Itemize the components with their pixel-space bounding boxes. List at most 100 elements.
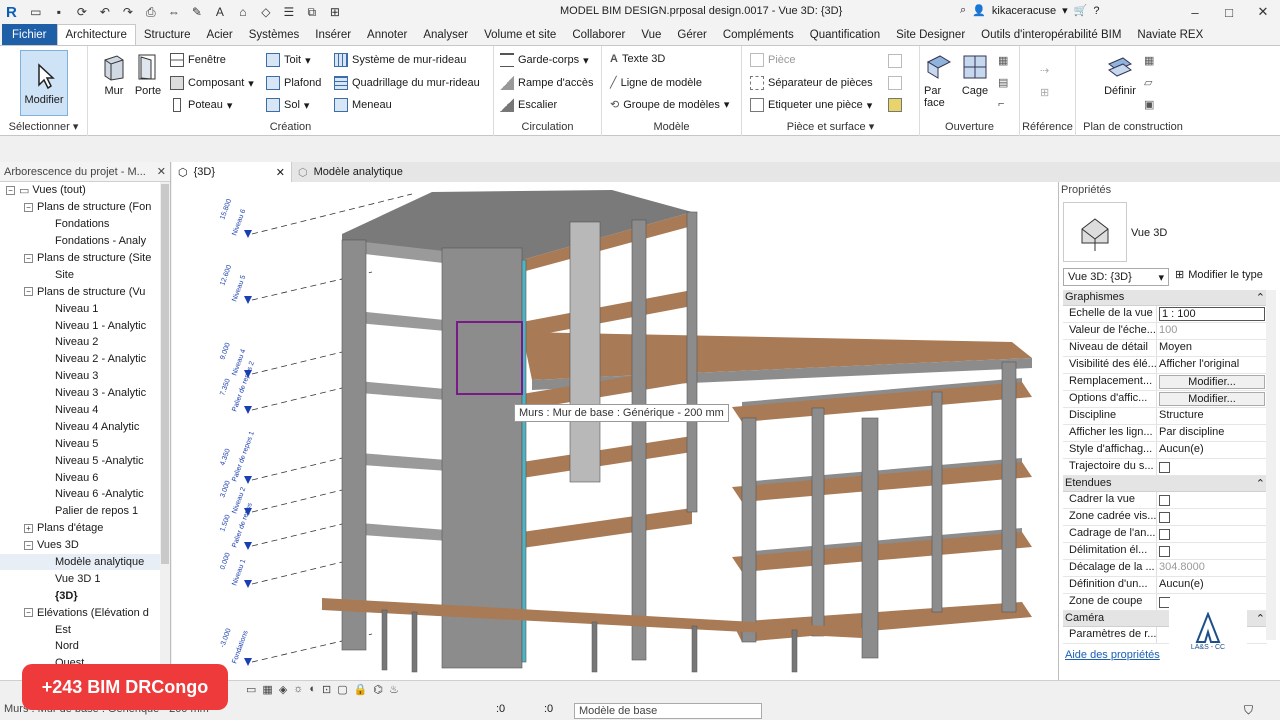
- reveal-icon[interactable]: ♨: [389, 683, 399, 696]
- text-3d-button[interactable]: A Texte 3D: [610, 53, 665, 65]
- area-icon[interactable]: [888, 54, 902, 68]
- expand-toggle-icon[interactable]: −: [24, 253, 33, 263]
- properties-help-link[interactable]: Aide des propriétés: [1065, 649, 1160, 661]
- floor-button[interactable]: Sol ▾: [266, 98, 309, 112]
- tab-view-3d[interactable]: ⬡ {3D} ✕: [172, 162, 292, 182]
- expand-toggle-icon[interactable]: −: [6, 185, 15, 195]
- level-marker[interactable]: 0.000 Niveau 1: [219, 552, 252, 588]
- browser-item[interactable]: Niveau 5 -Analytic: [0, 452, 170, 469]
- level-marker[interactable]: -3.000Fondations: [219, 628, 252, 666]
- tab-gerer[interactable]: Gérer: [669, 24, 714, 45]
- area-boundary-icon[interactable]: [888, 76, 902, 90]
- curtain-system-button[interactable]: Système de mur-rideau: [334, 53, 466, 67]
- shadows-icon[interactable]: ◐: [309, 683, 316, 696]
- detail-level-icon[interactable]: ▦: [262, 683, 272, 696]
- browser-item[interactable]: Fondations - Analy: [0, 233, 170, 250]
- revit-logo[interactable]: R: [6, 4, 17, 21]
- tab-interop-bim[interactable]: Outils d'interopérabilité BIM: [973, 24, 1129, 45]
- undo-icon[interactable]: ↶: [95, 3, 115, 21]
- properties-scrollbar[interactable]: [1266, 290, 1276, 640]
- tag-icon[interactable]: ✎: [187, 3, 207, 21]
- level-icon[interactable]: ⇢: [1040, 64, 1049, 77]
- browser-item[interactable]: Niveau 4: [0, 402, 170, 419]
- browser-item[interactable]: Site: [0, 266, 170, 283]
- property-checkbox[interactable]: [1159, 546, 1170, 557]
- save-icon[interactable]: ▪: [49, 3, 69, 21]
- section-icon[interactable]: ◇: [256, 3, 276, 21]
- property-value-cell[interactable]: [1157, 543, 1267, 559]
- component-button[interactable]: Composant ▾: [170, 76, 254, 90]
- tab-naviate-rex[interactable]: Naviate REX: [1129, 24, 1211, 45]
- column-button[interactable]: Poteau ▾: [170, 98, 232, 112]
- browser-item[interactable]: Niveau 1: [0, 300, 170, 317]
- redo-icon[interactable]: ↷: [118, 3, 138, 21]
- property-checkbox[interactable]: [1159, 529, 1170, 540]
- set-work-plane-button[interactable]: Définir: [1100, 52, 1140, 97]
- cart-icon[interactable]: 🛒: [1074, 4, 1088, 17]
- view-3d-icon[interactable]: ⌂: [233, 3, 253, 21]
- filter-icon[interactable]: ⛉: [1244, 703, 1253, 718]
- tab-vue[interactable]: Vue: [633, 24, 669, 45]
- mullion-button[interactable]: Meneau: [334, 98, 392, 112]
- ceiling-button[interactable]: Plafond: [266, 76, 321, 90]
- building-model[interactable]: 15.800Niveau 6 12.600Niveau 5 9.000 Niveau …: [172, 182, 1058, 680]
- browser-item[interactable]: Palier de repos 1: [0, 503, 170, 520]
- collapse-icon[interactable]: ⌃: [1256, 291, 1265, 304]
- level-marker[interactable]: 15.800Niveau 6: [219, 198, 252, 238]
- property-value-cell[interactable]: Aucun(e): [1157, 442, 1267, 458]
- wall-button[interactable]: Mur: [94, 52, 134, 97]
- tab-fichier[interactable]: Fichier: [2, 24, 57, 45]
- text-icon[interactable]: A: [210, 3, 230, 21]
- property-group-header[interactable]: Graphismes ⌃: [1063, 290, 1267, 306]
- window-button[interactable]: Fenêtre: [170, 53, 226, 67]
- visual-style-icon[interactable]: ◈: [279, 683, 287, 696]
- browser-item[interactable]: Niveau 2 - Analytic: [0, 351, 170, 368]
- property-value[interactable]: 1 : 100: [1159, 307, 1265, 321]
- modify-button[interactable]: Modifier: [20, 50, 68, 116]
- tab-analyser[interactable]: Analyser: [415, 24, 476, 45]
- tab-site-designer[interactable]: Site Designer: [888, 24, 973, 45]
- property-value-cell[interactable]: Afficher l'original: [1157, 357, 1267, 373]
- print-icon[interactable]: ⎙: [141, 3, 161, 21]
- property-value-cell[interactable]: 100: [1157, 323, 1267, 339]
- tab-annoter[interactable]: Annoter: [359, 24, 415, 45]
- edit-button[interactable]: Modifier...: [1159, 375, 1265, 389]
- browser-item[interactable]: Modèle analytique: [0, 553, 170, 571]
- grid-icon[interactable]: ⊞: [1040, 86, 1049, 99]
- curtain-grid-button[interactable]: Quadrillage du mur-rideau: [334, 76, 480, 90]
- property-value-cell[interactable]: Modifier...: [1157, 374, 1267, 390]
- property-value-cell[interactable]: 304.8000: [1157, 560, 1267, 576]
- browser-item[interactable]: − Plans de structure (Fon: [0, 199, 170, 216]
- railing-button[interactable]: Garde-corps ▾: [500, 53, 589, 67]
- view-dropdown[interactable]: Vue 3D: {3D} ▾: [1063, 268, 1169, 286]
- edit-type-button[interactable]: ⊞ Modifier le type: [1175, 268, 1263, 282]
- level-marker[interactable]: 12.600Niveau 5: [219, 264, 252, 304]
- maximize-button[interactable]: □: [1212, 0, 1246, 24]
- door-button[interactable]: Porte: [130, 52, 166, 97]
- close-tab-icon[interactable]: ✕: [276, 166, 285, 179]
- collapse-icon[interactable]: ⌃: [1256, 477, 1265, 490]
- tab-systemes[interactable]: Systèmes: [241, 24, 308, 45]
- dormer-icon[interactable]: ⌐: [998, 98, 1004, 110]
- tag-area-icon[interactable]: [888, 98, 902, 112]
- temp-hide-icon[interactable]: ⌬: [373, 683, 383, 696]
- wall-opening-icon[interactable]: ▦: [998, 54, 1008, 67]
- tab-complements[interactable]: Compléments: [715, 24, 802, 45]
- level-marker[interactable]: 4.350 Palier de repos 1: [219, 430, 256, 484]
- chevron-down-icon[interactable]: ▾: [1062, 4, 1068, 17]
- browser-item[interactable]: Niveau 3 - Analytic: [0, 385, 170, 402]
- scale-icon[interactable]: ▭: [246, 683, 256, 696]
- browser-item[interactable]: Fondations: [0, 216, 170, 233]
- promo-banner[interactable]: +243 BIM DRCongo: [22, 664, 228, 710]
- browser-item[interactable]: − Plans de structure (Site: [0, 250, 170, 267]
- expand-toggle-icon[interactable]: +: [24, 523, 33, 533]
- viewer-icon[interactable]: ▣: [1144, 98, 1154, 111]
- tab-acier[interactable]: Acier: [199, 24, 241, 45]
- expand-toggle-icon[interactable]: −: [24, 202, 33, 212]
- select-panel-label[interactable]: Sélectionner ▾: [0, 120, 87, 133]
- help-icon[interactable]: ?: [1093, 5, 1099, 17]
- browser-item[interactable]: Niveau 2: [0, 334, 170, 351]
- tab-view-analytique[interactable]: ⬡ Modèle analytique: [292, 162, 409, 182]
- browser-item[interactable]: Niveau 6 -Analytic: [0, 486, 170, 503]
- property-checkbox[interactable]: [1159, 462, 1170, 473]
